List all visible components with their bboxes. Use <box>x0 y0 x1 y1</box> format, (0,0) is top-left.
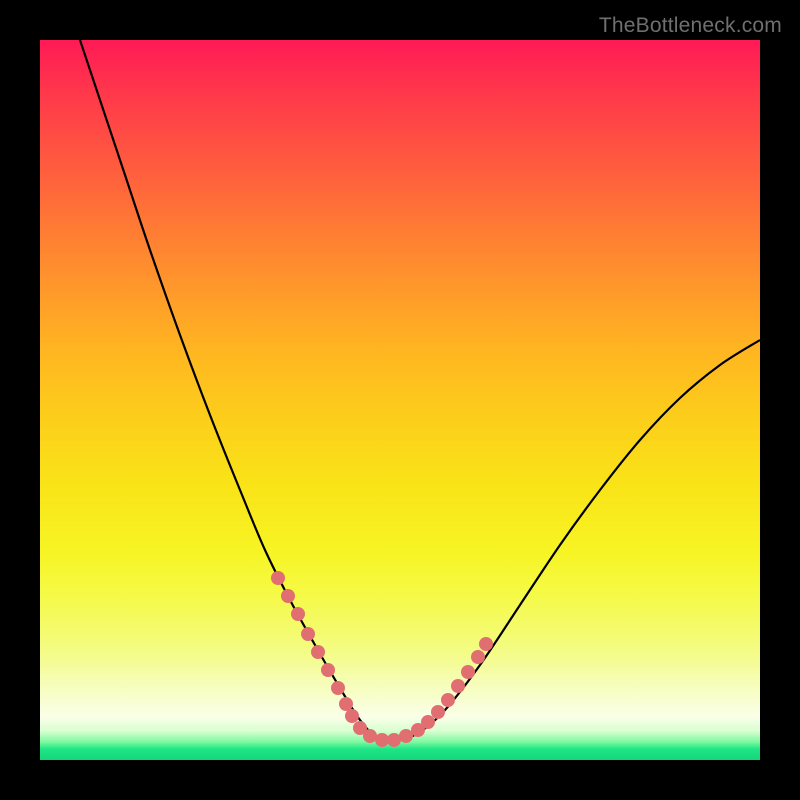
scatter-dot <box>363 729 377 743</box>
scatter-group <box>271 571 493 747</box>
scatter-dot <box>399 729 413 743</box>
scatter-dot <box>345 709 359 723</box>
bottleneck-curve <box>80 40 760 742</box>
scatter-dot <box>471 650 485 664</box>
scatter-dot <box>339 697 353 711</box>
scatter-dot <box>321 663 335 677</box>
chart-stage: TheBottleneck.com <box>0 0 800 800</box>
scatter-dot <box>271 571 285 585</box>
curve-layer <box>40 40 760 760</box>
scatter-dot <box>301 627 315 641</box>
scatter-dot <box>281 589 295 603</box>
plot-area <box>40 40 760 760</box>
scatter-dot <box>441 693 455 707</box>
scatter-dot <box>479 637 493 651</box>
scatter-dot <box>387 733 401 747</box>
scatter-dot <box>291 607 305 621</box>
scatter-dot <box>311 645 325 659</box>
scatter-dot <box>461 665 475 679</box>
scatter-dot <box>431 705 445 719</box>
scatter-dot <box>451 679 465 693</box>
scatter-dot <box>331 681 345 695</box>
scatter-dot <box>375 733 389 747</box>
watermark-text: TheBottleneck.com <box>599 14 782 38</box>
scatter-dot <box>421 715 435 729</box>
